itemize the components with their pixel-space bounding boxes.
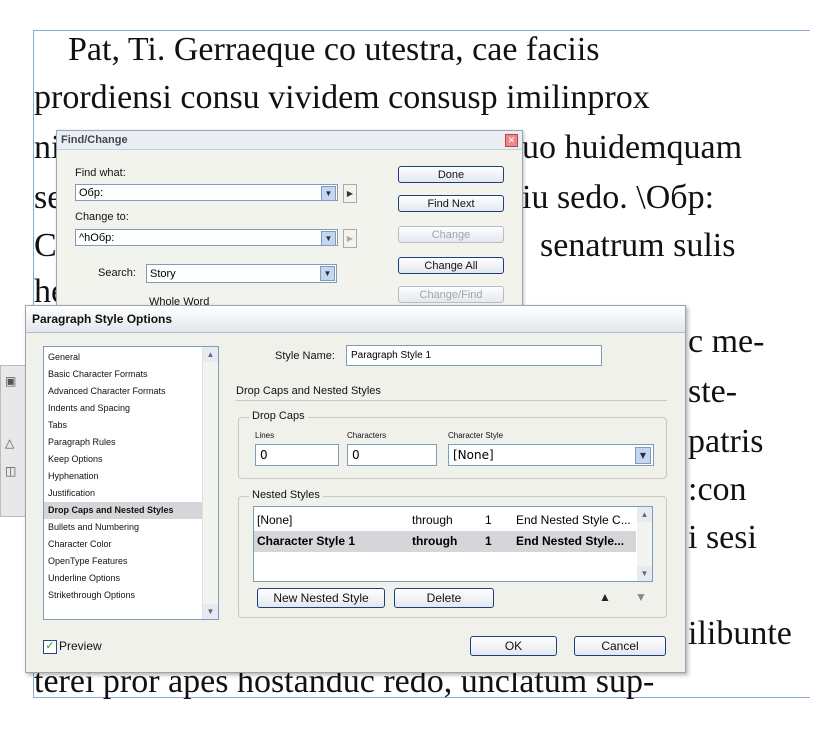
preview-label[interactable]: Preview [59,639,102,653]
chevron-down-icon[interactable]: ▼ [321,186,336,201]
scroll-up-icon[interactable]: ▲ [203,347,218,362]
style-name-input[interactable]: Paragraph Style 1 [346,345,602,366]
close-icon[interactable]: ✕ [505,134,518,147]
delete-button[interactable]: Delete [394,588,494,608]
drop-caps-group: Drop Caps Lines 0 Characters 0 Character… [238,410,667,479]
category-item[interactable]: Advanced Character Formats [44,383,204,400]
search-select[interactable]: Story ▼ [146,264,337,283]
drop-caps-legend: Drop Caps [249,410,308,422]
style-name-label: Style Name: [275,350,335,362]
search-label: Search: [98,267,136,279]
document-fragment-7: :con [688,471,747,508]
preview-checkbox[interactable]: ✓ [43,640,57,654]
special-chars-change-icon[interactable]: ▶ [343,229,357,248]
document-fragment-6: patris [688,423,764,460]
find-next-button[interactable]: Find Next [398,195,504,212]
characters-label: Characters [347,431,387,440]
nested-style-count: 1 [485,534,492,548]
document-fragment-2: iu sedo. \Обр: [522,179,715,216]
scroll-down-icon[interactable]: ▼ [203,604,218,619]
lines-input[interactable]: 0 [255,444,339,466]
find-what-input[interactable]: Обр: ▼ [75,184,338,201]
category-item[interactable]: Hyphenation [44,468,204,485]
document-fragment-3: senatrum sulis [540,227,736,264]
cancel-button[interactable]: Cancel [574,636,666,656]
chevron-down-icon[interactable]: ▼ [321,231,336,246]
category-item[interactable]: OpenType Features [44,553,204,570]
table-row[interactable]: [None] through 1 End Nested Style C... [254,510,636,531]
category-item[interactable]: Tabs [44,417,204,434]
category-item[interactable]: Bullets and Numbering [44,519,204,536]
document-line-1: Pat, Ti. Gerraeque co utestra, cae facii… [34,31,600,68]
search-value: Story [150,268,176,280]
special-chars-find-icon[interactable]: ▶ [343,184,357,203]
find-change-dialog: Find/Change ✕ Find what: Обр: ▼ ▶ Change… [56,130,523,312]
nested-style-end: End Nested Style... [516,534,625,548]
collapse-icon[interactable]: ▣ [5,374,16,388]
scroll-up-icon[interactable]: ▲ [637,507,652,522]
triangle-icon[interactable]: △ [5,436,14,450]
category-item[interactable]: Drop Caps and Nested Styles [44,502,204,519]
nested-styles-table[interactable]: [None] through 1 End Nested Style C... C… [253,506,653,582]
category-item[interactable]: Keep Options [44,451,204,468]
section-divider [236,400,667,401]
ok-button[interactable]: OK [470,636,557,656]
chevron-down-icon[interactable]: ▼ [635,447,651,464]
change-to-value: ^hОбр: [79,232,115,244]
category-item[interactable]: Strikethrough Options [44,587,204,604]
category-scrollbar[interactable]: ▲ ▼ [202,347,218,619]
paragraph-style-options-dialog: Paragraph Style Options General Basic Cha… [25,305,686,673]
category-item[interactable]: Paragraph Rules [44,434,204,451]
character-style-label: Character Style [448,431,504,440]
nested-styles-legend: Nested Styles [249,489,323,501]
find-change-title: Find/Change [57,131,522,150]
tool-icon[interactable]: ◫ [5,464,16,478]
category-item[interactable]: Underline Options [44,570,204,587]
document-line-5: C [34,227,57,264]
change-to-input[interactable]: ^hОбр: ▼ [75,229,338,246]
move-down-icon[interactable]: ▼ [635,590,647,604]
nested-style-name: Character Style 1 [257,534,356,548]
character-style-select[interactable]: [None] ▼ [448,444,654,466]
change-all-button[interactable]: Change All [398,257,504,274]
document-fragment-9: ilibunte [688,615,792,652]
lines-label: Lines [255,431,275,440]
done-button[interactable]: Done [398,166,504,183]
nested-style-mode: through [412,534,458,548]
change-to-label: Change to: [75,211,129,223]
category-item[interactable]: General [44,349,204,366]
nested-style-end: End Nested Style C... [516,513,631,527]
find-what-value: Обр: [79,187,104,199]
category-item[interactable]: Indents and Spacing [44,400,204,417]
document-fragment-4: c me- [688,323,765,360]
character-style-value: [None] [453,448,494,462]
nested-style-count: 1 [485,513,492,527]
change-button[interactable]: Change [398,226,504,243]
table-row[interactable]: Character Style 1 through 1 End Nested S… [254,531,636,552]
nested-style-mode: through [412,513,453,527]
find-what-label: Find what: [75,167,126,179]
nested-scrollbar[interactable]: ▲ ▼ [637,507,652,581]
document-fragment-8: i sesi [688,519,757,556]
document-fragment-1: uo huidemquam [522,129,743,166]
paragraph-style-options-title: Paragraph Style Options [26,306,685,333]
scroll-down-icon[interactable]: ▼ [637,566,652,581]
document-fragment-5: ste- [688,373,738,410]
chevron-down-icon[interactable]: ▼ [320,266,335,281]
category-list[interactable]: General Basic Character Formats Advanced C… [43,346,219,620]
category-item[interactable]: Basic Character Formats [44,366,204,383]
category-item[interactable]: Character Color [44,536,204,553]
change-find-button[interactable]: Change/Find [398,286,504,303]
new-nested-style-button[interactable]: New Nested Style [257,588,385,608]
document-line-2: prordiensi consu vividem consusp imilinp… [34,79,650,116]
category-item[interactable]: Justification [44,485,204,502]
move-up-icon[interactable]: ▲ [599,590,611,604]
nested-style-name: [None] [257,513,293,527]
characters-input[interactable]: 0 [347,444,437,466]
section-title: Drop Caps and Nested Styles [236,385,381,397]
